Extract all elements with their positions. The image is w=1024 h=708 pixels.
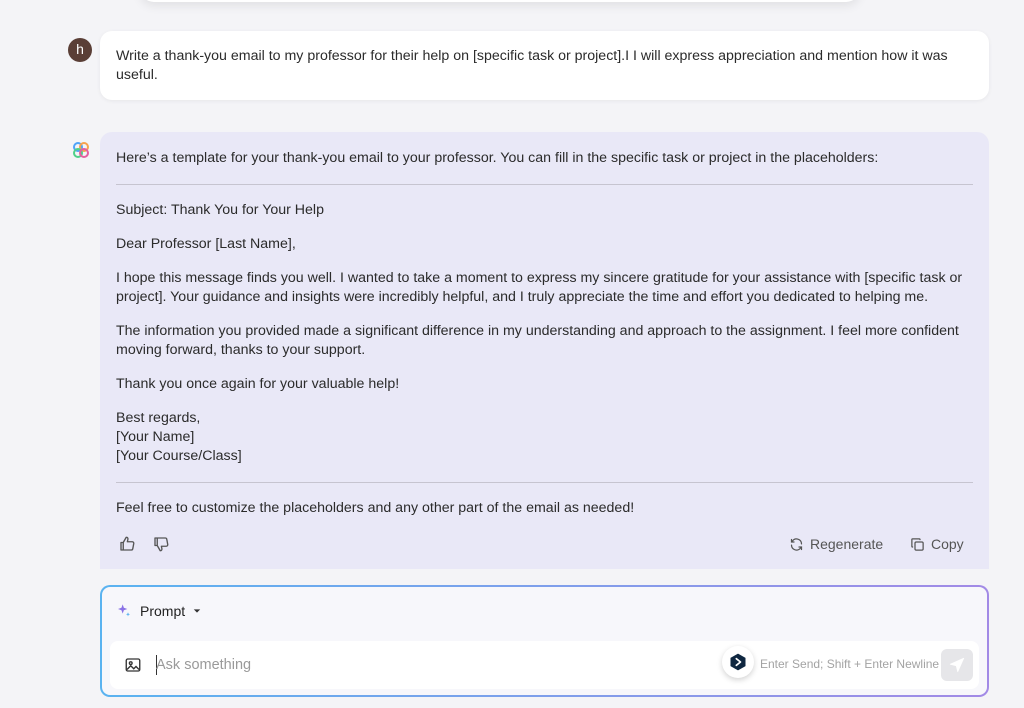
regenerate-label: Regenerate (810, 536, 884, 552)
composer: Prompt Enter Send; Shift + Enter Newline (100, 585, 989, 697)
email-paragraph-1: I hope this message finds you well. I wa… (116, 270, 963, 305)
user-avatar: h (68, 38, 92, 62)
assistant-closing: Feel free to customize the placeholders … (116, 500, 635, 516)
copy-label: Copy (931, 536, 964, 552)
copy-icon (911, 538, 924, 551)
email-greeting: Dear Professor [Last Name], (116, 236, 296, 252)
divider-bottom (116, 482, 973, 483)
copy-button[interactable]: Copy (910, 535, 964, 554)
extension-logo-icon (730, 653, 746, 671)
email-sign-name: [Your Name] (116, 429, 195, 445)
thumbs-up-icon (120, 536, 135, 551)
email-signoff: Best regards, (116, 410, 201, 426)
send-icon (949, 657, 965, 673)
email-sign-course: [Your Course/Class] (116, 448, 242, 464)
assistant-intro: Here’s a template for your thank-you ema… (116, 150, 879, 166)
regenerate-button[interactable]: Regenerate (789, 535, 883, 554)
message-actions: Regenerate Copy (100, 535, 989, 555)
assistant-logo-icon (72, 141, 90, 159)
sparkle-icon (118, 604, 130, 617)
composer-input-area: Enter Send; Shift + Enter Newline (110, 641, 979, 689)
assistant-message: Here’s a template for your thank-you ema… (100, 132, 989, 569)
previous-message-edge (140, 0, 860, 2)
user-message: Write a thank-you email to my professor … (100, 31, 989, 100)
prompt-mode-label: Prompt (140, 603, 186, 619)
caret-down-icon (193, 609, 201, 613)
send-button[interactable] (941, 649, 973, 681)
thumbs-up-button[interactable] (118, 535, 136, 553)
refresh-icon (790, 538, 803, 551)
email-subject: Subject: Thank You for Your Help (116, 202, 324, 218)
thumbs-down-button[interactable] (152, 535, 170, 553)
thumbs-down-icon (154, 537, 169, 552)
assistant-extension-badge[interactable] (722, 646, 754, 678)
image-icon (125, 658, 141, 672)
send-hint: Enter Send; Shift + Enter Newline (760, 657, 940, 671)
user-message-text: Write a thank-you email to my professor … (116, 48, 948, 83)
email-paragraph-3: Thank you once again for your valuable h… (116, 376, 400, 392)
divider-top (116, 184, 973, 185)
email-paragraph-2: The information you provided made a sign… (116, 323, 959, 358)
ask-input[interactable] (156, 653, 696, 677)
attach-image-button[interactable] (124, 656, 142, 679)
prompt-mode-selector[interactable]: Prompt (116, 601, 201, 621)
